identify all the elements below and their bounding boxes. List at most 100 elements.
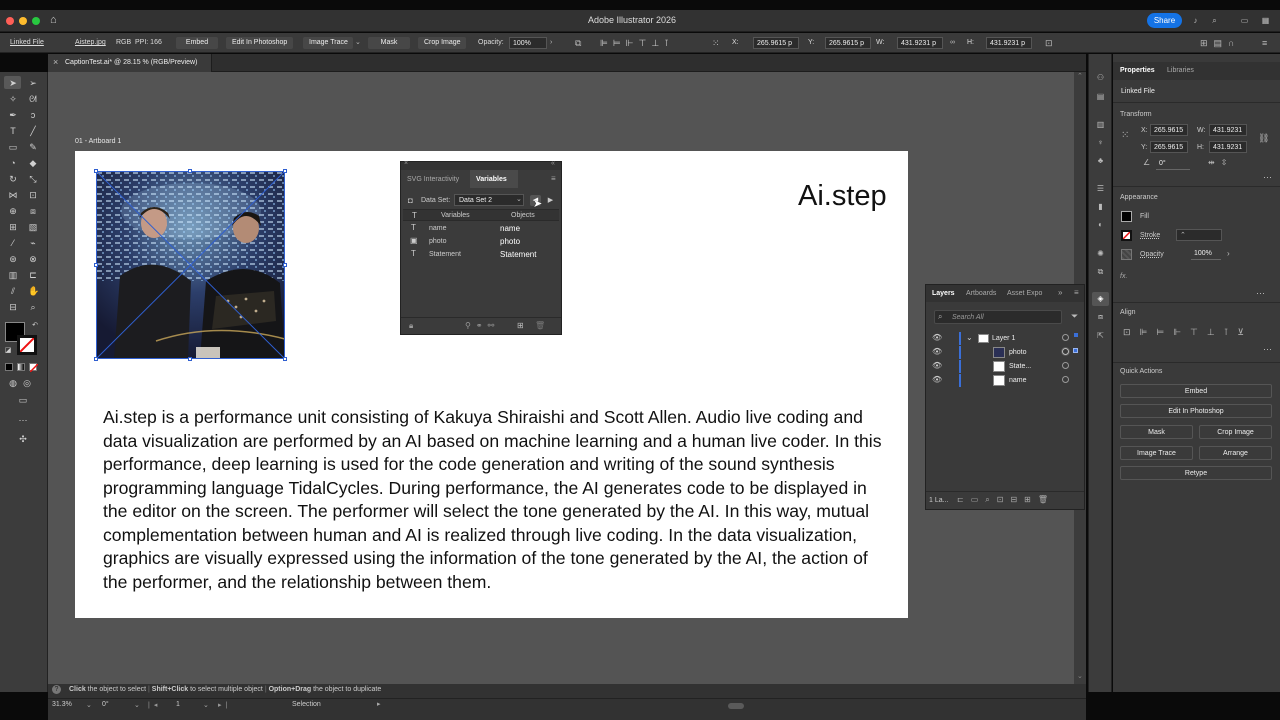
align-buttons-icon[interactable]: ⊫⊨⊩⊤⊥⊺ bbox=[600, 37, 674, 49]
visibility-eye-icon[interactable]: 👁︎ bbox=[932, 347, 942, 356]
artboard-label[interactable]: 01 - Artboard 1 bbox=[75, 138, 121, 145]
layers-menu-icon[interactable]: ≡ bbox=[1074, 288, 1079, 297]
live-paint-tool-icon[interactable]: ⧈ bbox=[28, 206, 38, 216]
close-panel-icon[interactable]: × bbox=[404, 160, 408, 167]
more-options-icon[interactable]: ⋯ bbox=[1256, 288, 1265, 299]
shape-builder-tool-icon[interactable]: ⊕ bbox=[8, 206, 18, 216]
share-button[interactable]: Share bbox=[1147, 13, 1182, 28]
image-trace-button[interactable]: Image Trace bbox=[1120, 446, 1193, 460]
horizontal-scrollbar-thumb[interactable] bbox=[728, 703, 744, 709]
layer-row[interactable]: 👁︎ ⌄ Layer 1 bbox=[926, 332, 1084, 345]
image-trace-button[interactable]: Image Trace bbox=[303, 37, 353, 49]
variable-row[interactable]: ▣ photo photo bbox=[403, 236, 559, 248]
tab-variables[interactable]: Variables bbox=[470, 170, 518, 188]
mesh-tool-icon[interactable]: ⊞ bbox=[8, 222, 18, 232]
scroll-up-icon[interactable]: ⌃ bbox=[1077, 72, 1083, 80]
constrain-proportions-icon[interactable]: ∞ bbox=[950, 37, 955, 49]
opacity-field[interactable]: 100% bbox=[509, 37, 547, 49]
filter-icon[interactable]: ⏷ bbox=[1071, 311, 1078, 322]
expand-layer-icon[interactable]: ⌄ bbox=[966, 333, 973, 342]
color-guide-icon[interactable]: ▥ bbox=[1096, 120, 1105, 129]
tab-svg-interactivity[interactable]: SVG Interactivity bbox=[407, 176, 459, 183]
artboard-dropdown-icon[interactable]: ⌄ bbox=[203, 701, 209, 709]
w-field[interactable]: 431.9231 bbox=[1209, 124, 1247, 136]
measure-tool-icon[interactable]: ⌁ bbox=[28, 238, 38, 248]
variable-row[interactable]: T Statement Statement bbox=[403, 249, 559, 261]
x-field[interactable]: 265.9615 p bbox=[753, 37, 799, 49]
embed-button[interactable]: Embed bbox=[176, 37, 218, 49]
artboard-number-field[interactable]: 1 bbox=[176, 701, 180, 708]
symbols-icon[interactable]: ♣ bbox=[1096, 156, 1105, 165]
graphic-styles-icon[interactable]: ⧉ bbox=[1096, 267, 1105, 276]
document-tab[interactable]: × CaptionTest.ai* @ 28.15 % (RGB/Preview… bbox=[48, 54, 212, 72]
transparency-icon[interactable]: ◐ bbox=[1096, 220, 1105, 229]
collapse-panel-icon[interactable]: « bbox=[551, 160, 555, 167]
zoom-dropdown-icon[interactable]: ⌄ bbox=[86, 701, 92, 709]
selection-handle[interactable] bbox=[283, 357, 287, 361]
none-mode-icon[interactable] bbox=[29, 363, 38, 372]
variable-row[interactable]: T name name bbox=[403, 223, 559, 235]
rotation-field[interactable]: 0° bbox=[102, 701, 109, 708]
selection-tool-icon[interactable]: ➤ bbox=[8, 78, 18, 88]
appearance-panel-icon[interactable]: ✺ bbox=[1096, 249, 1105, 258]
y-field[interactable]: 265.9615 p bbox=[825, 37, 871, 49]
default-fill-stroke-icon[interactable]: ◪ bbox=[3, 346, 13, 356]
variables-column-header[interactable]: Variables bbox=[441, 212, 470, 219]
paintbrush-tool-icon[interactable]: ✎ bbox=[28, 142, 38, 152]
notifications-icon[interactable]: ♪ bbox=[1191, 16, 1200, 25]
curvature-tool-icon[interactable]: ↄ bbox=[28, 110, 38, 120]
hand-tool-icon[interactable]: ✋ bbox=[28, 286, 39, 296]
panels-icon[interactable]: ▦ bbox=[1261, 16, 1270, 25]
shaper-tool-icon[interactable]: ◔ bbox=[8, 158, 18, 168]
gradient-panel-icon[interactable]: ▮ bbox=[1096, 202, 1105, 211]
opacity-label[interactable]: Opacity bbox=[1140, 251, 1164, 258]
target-circle-icon[interactable] bbox=[1062, 376, 1069, 383]
target-circle-icon[interactable] bbox=[1062, 362, 1069, 369]
dataset-select[interactable]: Data Set 2 ⌄ bbox=[454, 194, 524, 206]
visibility-eye-icon[interactable]: 👁︎ bbox=[932, 361, 942, 370]
visibility-eye-icon[interactable]: 👁︎ bbox=[932, 375, 942, 384]
x-field[interactable]: 265.9615 bbox=[1150, 124, 1188, 136]
align-icons[interactable]: ⊡⊫⊨⊩⊤⊥⊺⊻ bbox=[1123, 327, 1253, 338]
image-trace-dropdown-icon[interactable]: ⌄ bbox=[355, 37, 361, 49]
layers-footer-icons[interactable]: ⊏▭⌕⊡⊟⊞🗑︎ bbox=[957, 495, 1055, 505]
layer-item-name[interactable]: photo bbox=[1009, 349, 1027, 356]
type-tool-icon[interactable]: T bbox=[8, 126, 18, 136]
control-menu-icon[interactable]: ≡ bbox=[1262, 37, 1267, 49]
tab-libraries[interactable]: Libraries bbox=[1167, 67, 1194, 74]
arrange-button[interactable]: Arrange bbox=[1199, 446, 1272, 460]
artboard-tool-icon[interactable]: ⊏ bbox=[28, 270, 38, 280]
h-field[interactable]: 431.9231 p bbox=[986, 37, 1032, 49]
print-tiling-tool-icon[interactable]: ⊟ bbox=[8, 302, 18, 312]
stroke-panel-icon[interactable]: ☰ bbox=[1096, 184, 1105, 193]
zoom-field[interactable]: 31.3% bbox=[52, 701, 72, 708]
edit-toolbar-icon[interactable]: ⋯ bbox=[18, 415, 28, 425]
pen-tool-icon[interactable]: ✒ bbox=[8, 110, 18, 120]
lock-icon[interactable]: 🔒︎ bbox=[409, 321, 413, 331]
artboard-prev-icons[interactable]: |◂ bbox=[148, 701, 161, 709]
w-field[interactable]: 431.9231 p bbox=[897, 37, 943, 49]
delete-variable-icon[interactable]: 🗑︎ bbox=[535, 321, 545, 330]
layer-item-name[interactable]: name bbox=[1009, 377, 1027, 384]
crop-image-button[interactable]: Crop Image bbox=[418, 37, 466, 49]
retype-button[interactable]: Retype bbox=[1120, 466, 1272, 480]
direct-selection-tool-icon[interactable]: ➢ bbox=[28, 78, 38, 88]
new-variable-icon[interactable]: ⊞ bbox=[517, 321, 524, 330]
magic-wand-tool-icon[interactable]: ✧ bbox=[8, 94, 18, 104]
y-field[interactable]: 265.9615 bbox=[1150, 141, 1188, 153]
layer-name[interactable]: Layer 1 bbox=[992, 335, 1015, 342]
target-circle-icon[interactable] bbox=[1062, 348, 1069, 355]
mask-button[interactable]: Mask bbox=[1120, 425, 1193, 439]
variable-binding-icons[interactable]: ⚲⚭⚯ bbox=[465, 321, 499, 330]
reference-point-icon[interactable]: ⁙ bbox=[712, 37, 720, 49]
eyedropper-tool-icon[interactable]: ⁄ bbox=[8, 238, 18, 248]
layer-item-row[interactable]: 👁︎ State... bbox=[926, 360, 1084, 373]
expand-panel-icon[interactable]: » bbox=[1058, 288, 1062, 297]
selection-handle[interactable] bbox=[94, 169, 98, 173]
puppet-warp-icon[interactable]: ✣ bbox=[18, 434, 28, 444]
scale-tool-icon[interactable]: ⤡ bbox=[28, 174, 38, 184]
fill-swatch[interactable] bbox=[1121, 211, 1132, 222]
selection-handle[interactable] bbox=[188, 169, 192, 173]
document-icon[interactable]: ▤ bbox=[1096, 92, 1105, 101]
color-mode-icon[interactable] bbox=[5, 363, 13, 371]
